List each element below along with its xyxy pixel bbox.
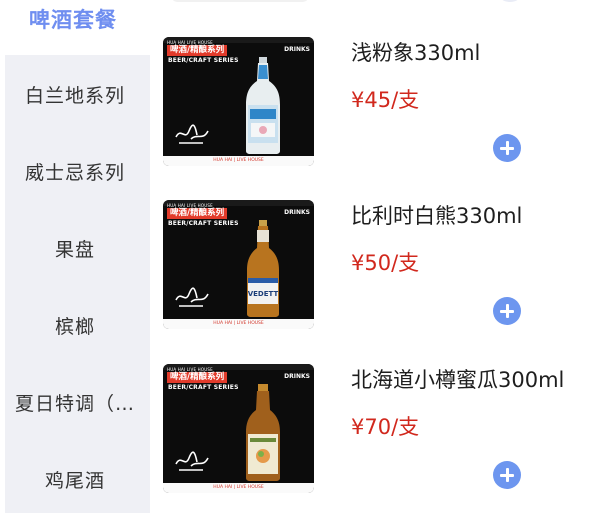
- product-name: 北海道小樽蜜瓜300ml: [351, 368, 565, 392]
- category-cocktail[interactable]: 鸡尾酒: [0, 466, 150, 493]
- product-item[interactable]: HUA HAI LIVE HOUSE 啤酒/精酿系列 BEER/CRAFT SE…: [163, 364, 600, 496]
- product-thumbnail: HUA HAI LIVE HOUSE 啤酒/精酿系列 BEER/CRAFT SE…: [163, 364, 314, 493]
- product-thumbnail: HUA HAI LIVE HOUSE 啤酒/精酿系列 BEER/CRAFT SE…: [163, 200, 314, 329]
- product-price: ¥70/支: [351, 415, 420, 439]
- series-tag: 啤酒/精酿系列: [167, 208, 228, 219]
- product-item[interactable]: HUA HAI LIVE HOUSE 啤酒/精酿系列 BEER/CRAFT SE…: [163, 37, 600, 169]
- series-tag: 啤酒/精酿系列: [167, 372, 228, 383]
- category-beer-package[interactable]: 啤酒套餐: [0, 4, 148, 34]
- category-summer-special[interactable]: 夏日特调（…: [0, 389, 150, 416]
- drinks-label: DRINKS: [284, 46, 310, 53]
- category-fruit-plate[interactable]: 果盘: [0, 235, 150, 262]
- vedett-bottle-icon: VEDETT: [247, 220, 279, 317]
- add-to-cart-button[interactable]: [493, 461, 521, 489]
- series-subtitle: BEER/CRAFT SERIES: [168, 57, 239, 64]
- category-sidebar: 啤酒套餐 白兰地系列 威士忌系列 果盘 槟榔 夏日特调（… 鸡尾酒: [0, 0, 150, 513]
- drinks-label: DRINKS: [284, 209, 310, 216]
- product-item[interactable]: HUA HAI LIVE HOUSE 啤酒/精酿系列 BEER/CRAFT SE…: [163, 200, 600, 332]
- thumb-footer: HUA HAI | LIVE HOUSE: [163, 319, 314, 329]
- melon-beer-bottle-icon: [246, 384, 280, 481]
- category-betel-nut[interactable]: 槟榔: [0, 312, 150, 339]
- huahai-logo-icon: [175, 124, 209, 144]
- sidebar-background: [5, 55, 150, 513]
- previous-add-button-edge: [500, 0, 520, 2]
- add-to-cart-button[interactable]: [493, 134, 521, 162]
- previous-item-edge: [170, 0, 310, 2]
- pink-elephant-bottle-icon: [246, 57, 280, 154]
- series-tag: 啤酒/精酿系列: [167, 45, 228, 56]
- product-price: ¥45/支: [351, 88, 420, 112]
- add-to-cart-button[interactable]: [493, 297, 521, 325]
- huahai-logo-icon: [175, 287, 209, 307]
- category-whisky[interactable]: 威士忌系列: [0, 158, 150, 185]
- thumb-footer: HUA HAI | LIVE HOUSE: [163, 483, 314, 493]
- thumb-footer: HUA HAI | LIVE HOUSE: [163, 156, 314, 166]
- product-name: 浅粉象330ml: [351, 41, 481, 65]
- product-name: 比利时白熊330ml: [351, 204, 523, 228]
- product-price: ¥50/支: [351, 251, 420, 275]
- huahai-logo-icon: [175, 451, 209, 471]
- series-subtitle: BEER/CRAFT SERIES: [168, 384, 239, 391]
- series-subtitle: BEER/CRAFT SERIES: [168, 220, 239, 227]
- svg-text:VEDETT: VEDETT: [248, 290, 279, 298]
- product-thumbnail: HUA HAI LIVE HOUSE 啤酒/精酿系列 BEER/CRAFT SE…: [163, 37, 314, 166]
- category-brandy[interactable]: 白兰地系列: [0, 81, 150, 108]
- drinks-label: DRINKS: [284, 373, 310, 380]
